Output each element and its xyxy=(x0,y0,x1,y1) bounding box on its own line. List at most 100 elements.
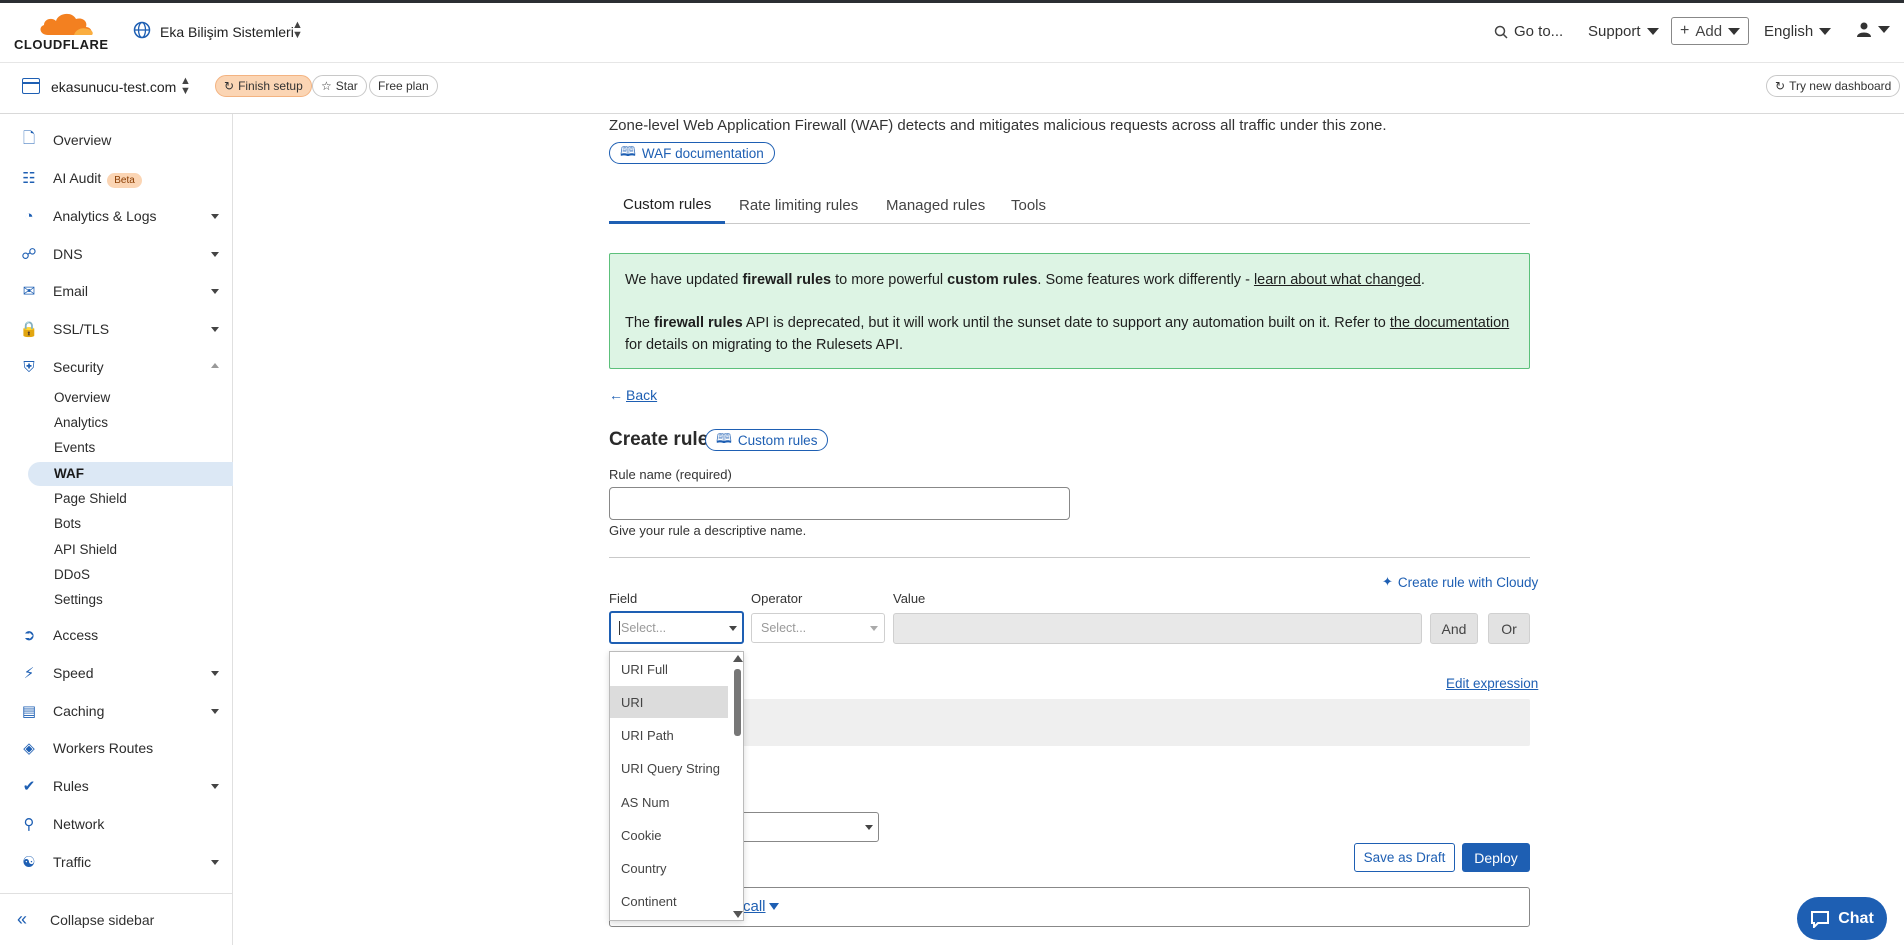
zone-switch-icon[interactable]: ▲ ▼ xyxy=(180,76,191,97)
save-draft-label: Save as Draft xyxy=(1363,850,1446,865)
tab-label: Managed rules xyxy=(886,197,986,214)
sidebar-item-label: SSL/TLS xyxy=(53,321,110,337)
tab-custom-rules[interactable]: Custom rules xyxy=(609,187,726,224)
sidebar-item-rules[interactable]: ✔ Rules xyxy=(0,769,233,803)
dropdown-option-country[interactable]: Country xyxy=(610,852,728,884)
dropdown-option-uri-full[interactable]: URI Full xyxy=(610,653,728,685)
waf-description: Zone-level Web Application Firewall (WAF… xyxy=(609,117,1387,134)
edit-expression-link[interactable]: Edit expression xyxy=(1446,676,1538,691)
sidebar-item-label: Traffic xyxy=(53,854,92,870)
deploy-label: Deploy xyxy=(1474,849,1518,866)
chevron-down-icon xyxy=(729,626,737,631)
deploy-button[interactable]: Deploy xyxy=(1462,843,1530,872)
or-button[interactable]: Or xyxy=(1488,613,1530,644)
sidebar-item-email[interactable]: ✉ Email xyxy=(0,274,233,308)
back-link[interactable]: ← Back xyxy=(609,387,657,403)
storage-icon: ▤ xyxy=(21,703,37,720)
dropdown-option-uri-query-string[interactable]: URI Query String xyxy=(610,752,728,784)
sidebar-sub-page-shield[interactable]: Page Shield xyxy=(54,491,127,506)
operator-select-placeholder: Select... xyxy=(761,621,807,635)
sidebar-item-dns[interactable]: ☍ DNS xyxy=(0,237,233,271)
scroll-down-icon[interactable] xyxy=(733,911,743,918)
collapse-sidebar-button[interactable]: « Collapse sidebar xyxy=(0,893,233,945)
sidebar-item-ai-audit[interactable]: ☷ AI Audit Beta xyxy=(0,161,233,195)
sidebar-item-label: DNS xyxy=(53,246,83,262)
sidebar-sub-bots[interactable]: Bots xyxy=(54,516,81,531)
account-name[interactable]: Eka Bilişim Sistemleri xyxy=(160,24,294,40)
browser-window-icon xyxy=(22,78,40,94)
star-button[interactable]: ☆ Star xyxy=(312,75,367,97)
sidebar-sub-waf[interactable]: WAF xyxy=(54,466,84,481)
chat-button[interactable]: Chat xyxy=(1797,897,1887,940)
sidebar-sub-overview[interactable]: Overview xyxy=(54,390,110,405)
sidebar-sub-api-shield[interactable]: API Shield xyxy=(54,542,117,557)
robot-icon: ☷ xyxy=(22,170,36,187)
globe-icon xyxy=(133,21,151,39)
sidebar-item-speed[interactable]: ⚡ Speed xyxy=(0,656,233,690)
language-menu[interactable]: English xyxy=(1764,23,1832,40)
sidebar-item-access[interactable]: ➲ Access xyxy=(0,618,233,652)
user-menu[interactable] xyxy=(1856,21,1890,37)
account-switch-icon[interactable]: ▲ ▼ xyxy=(292,20,303,41)
cloudflare-logo[interactable]: CLOUDFLARE xyxy=(14,11,114,53)
custom-rules-doc-button[interactable]: 🕮 Custom rules xyxy=(705,429,829,451)
operator-label: Operator xyxy=(751,591,803,606)
scroll-up-icon[interactable] xyxy=(733,655,743,662)
sidebar-item-security[interactable]: ⛨ Security xyxy=(0,350,233,384)
field-select[interactable]: Select... xyxy=(609,611,744,644)
goto-button[interactable]: Go to... xyxy=(1494,23,1563,40)
sidebar-sub-analytics[interactable]: Analytics xyxy=(54,415,108,430)
sidebar-item-traffic[interactable]: ☯ Traffic xyxy=(0,845,233,879)
sidebar-sub-settings[interactable]: Settings xyxy=(54,592,103,607)
tab-managed-rules[interactable]: Managed rules xyxy=(886,187,985,224)
placement-link-label: call xyxy=(743,898,766,915)
create-rule-cloudy-link[interactable]: ✦ Create rule with Cloudy xyxy=(1382,574,1538,590)
scrollbar-thumb[interactable] xyxy=(734,669,741,736)
operator-select[interactable]: Select... xyxy=(751,613,885,643)
notice-line-2: The firewall rules API is deprecated, bu… xyxy=(625,315,1510,331)
sidebar-item-label: Overview xyxy=(53,132,112,148)
rule-name-input[interactable] xyxy=(609,487,1070,520)
sidebar-item-workers-routes[interactable]: ◈ Workers Routes xyxy=(0,731,233,765)
waf-documentation-button[interactable]: 🕮 WAF documentation xyxy=(609,142,775,164)
sidebar-sub-events[interactable]: Events xyxy=(54,440,95,455)
chevron-down-icon xyxy=(1878,25,1890,33)
documentation-link[interactable]: the documentation xyxy=(1390,315,1509,331)
sidebar-item-analytics-logs[interactable]: ◔ Analytics & Logs xyxy=(0,199,233,233)
dropdown-option-uri-path[interactable]: URI Path xyxy=(610,719,728,751)
dropdown-option-continent[interactable]: Continent xyxy=(610,885,728,917)
tab-rate-limiting-rules[interactable]: Rate limiting rules xyxy=(739,187,858,224)
add-button[interactable]: + Add xyxy=(1671,17,1750,45)
support-menu[interactable]: Support xyxy=(1588,23,1659,40)
zone-name[interactable]: ekasunucu-test.com xyxy=(51,79,176,95)
dropdown-scrollbar[interactable] xyxy=(731,652,743,920)
value-input[interactable] xyxy=(893,613,1422,644)
sidebar-item-overview[interactable]: 🗋 Overview xyxy=(0,123,233,157)
sidebar-item-ssl-tls[interactable]: 🔒 SSL/TLS xyxy=(0,312,233,346)
add-label: Add xyxy=(1695,22,1723,40)
finish-setup-button[interactable]: ↻ Finish setup xyxy=(215,75,312,97)
chevron-down-icon xyxy=(211,670,219,676)
waf-tabs: Custom rules Rate limiting rules Managed… xyxy=(609,187,1530,224)
double-chevron-left-icon: « xyxy=(17,909,28,929)
tab-tools[interactable]: Tools xyxy=(1011,187,1046,224)
sidebar-sub-ddos[interactable]: DDoS xyxy=(54,567,90,582)
dropdown-option-as-num[interactable]: AS Num xyxy=(610,786,728,818)
search-icon xyxy=(1494,25,1508,39)
sidebar-item-caching[interactable]: ▤ Caching xyxy=(0,694,233,728)
sidebar-item-label: Analytics & Logs xyxy=(53,208,157,224)
placement-link[interactable]: call xyxy=(743,898,779,915)
user-icon xyxy=(1857,22,1871,37)
arrow-left-icon: ← xyxy=(609,387,623,403)
chevron-down-icon xyxy=(1646,28,1659,35)
chat-bubble-icon xyxy=(1811,910,1830,928)
and-button[interactable]: And xyxy=(1430,613,1478,644)
dropdown-option-uri[interactable]: URI xyxy=(610,686,728,718)
learn-what-changed-link[interactable]: learn about what changed xyxy=(1254,272,1421,288)
save-as-draft-button[interactable]: Save as Draft xyxy=(1354,843,1455,872)
sidebar-item-network[interactable]: ⚲ Network xyxy=(0,807,233,841)
try-new-dashboard-button[interactable]: ↻ Try new dashboard xyxy=(1766,75,1901,97)
dropdown-option-cookie[interactable]: Cookie xyxy=(610,819,728,851)
network-icon: ☍ xyxy=(21,246,37,263)
plan-badge[interactable]: Free plan xyxy=(369,75,438,97)
